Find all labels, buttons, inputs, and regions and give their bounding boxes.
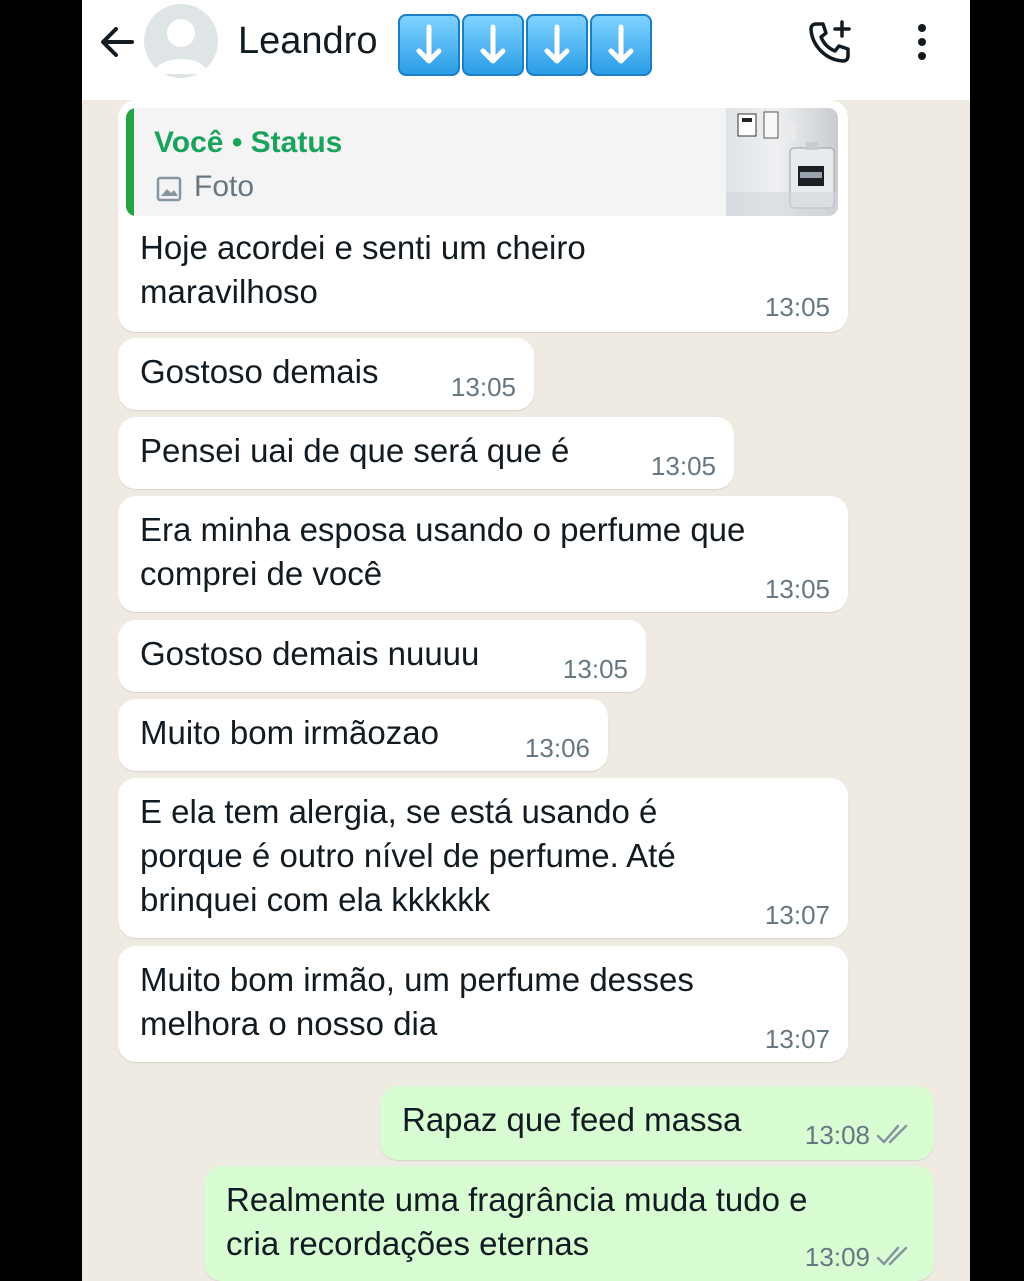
photo-icon bbox=[156, 176, 182, 202]
double-check-icon bbox=[876, 1246, 908, 1266]
message-text: Pensei uai de que será que é bbox=[140, 432, 570, 469]
back-arrow-icon[interactable] bbox=[96, 20, 140, 64]
message-bubble[interactable]: Era minha esposa usando o perfume que co… bbox=[118, 496, 848, 612]
message-bubble[interactable]: E ela tem alergia, se está usando é porq… bbox=[118, 778, 848, 938]
chat-header: Leandro bbox=[82, 0, 970, 100]
message-time: 13:05 bbox=[764, 574, 830, 604]
message-text: Realmente uma fragrância muda tudo e cri… bbox=[226, 1181, 808, 1262]
message-text: Gostoso demais nuuuu bbox=[140, 635, 480, 672]
message-time: 13:07 bbox=[764, 900, 830, 930]
avatar-placeholder-icon bbox=[154, 19, 208, 74]
message-bubble-outgoing[interactable]: Realmente uma fragrância muda tudo e cri… bbox=[204, 1166, 934, 1281]
message-bubble[interactable]: Muito bom irmãozao 13:06 bbox=[118, 699, 608, 771]
message-bubble[interactable]: Pensei uai de que será que é 13:05 bbox=[118, 417, 734, 489]
message-text: Hoje acordei e senti um cheiro maravilho… bbox=[140, 229, 586, 310]
quoted-status[interactable]: Você • Status Foto bbox=[126, 108, 838, 216]
arrow-down-emoji-icon bbox=[590, 14, 652, 76]
message-time: 13:08 bbox=[804, 1120, 870, 1150]
chat-screen: Leandro Você • Status Foto Hoje acordei … bbox=[82, 0, 970, 1281]
message-time: 13:05 bbox=[650, 451, 716, 481]
message-bubble[interactable]: Gostoso demais nuuuu 13:05 bbox=[118, 620, 646, 692]
message-time: 13:05 bbox=[450, 372, 516, 402]
arrow-down-emoji-icon bbox=[398, 14, 460, 76]
message-text: Muito bom irmão, um perfume desses melho… bbox=[140, 961, 694, 1042]
contact-name[interactable]: Leandro bbox=[238, 18, 377, 64]
more-options-icon[interactable] bbox=[908, 20, 936, 64]
message-text: Rapaz que feed massa bbox=[402, 1101, 742, 1138]
message-bubble[interactable]: Muito bom irmão, um perfume desses melho… bbox=[118, 946, 848, 1062]
message-text: Gostoso demais bbox=[140, 353, 379, 390]
add-call-icon[interactable] bbox=[806, 18, 854, 66]
arrow-down-emoji-icon bbox=[462, 14, 524, 76]
message-text: Era minha esposa usando o perfume que co… bbox=[140, 511, 746, 592]
double-check-icon bbox=[876, 1124, 908, 1144]
avatar[interactable] bbox=[144, 4, 218, 78]
quote-subtitle: Foto bbox=[194, 170, 255, 203]
message-time: 13:05 bbox=[764, 292, 830, 322]
message-bubble[interactable]: Você • Status Foto Hoje acordei e senti … bbox=[118, 100, 848, 332]
message-time: 13:09 bbox=[804, 1242, 870, 1272]
arrow-emoji-group bbox=[398, 14, 652, 76]
arrow-down-emoji-icon bbox=[526, 14, 588, 76]
message-bubble[interactable]: Gostoso demais 13:05 bbox=[118, 338, 534, 410]
message-time: 13:07 bbox=[764, 1024, 830, 1054]
quote-title: Você • Status bbox=[154, 126, 343, 159]
message-text: Muito bom irmãozao bbox=[140, 714, 439, 751]
message-bubble-outgoing[interactable]: Rapaz que feed massa 13:08 bbox=[380, 1086, 934, 1160]
quote-accent-bar bbox=[126, 108, 134, 216]
status-thumbnail[interactable] bbox=[726, 108, 838, 216]
message-time: 13:06 bbox=[524, 733, 590, 763]
message-time: 13:05 bbox=[562, 654, 628, 684]
message-text: E ela tem alergia, se está usando é porq… bbox=[140, 793, 676, 918]
